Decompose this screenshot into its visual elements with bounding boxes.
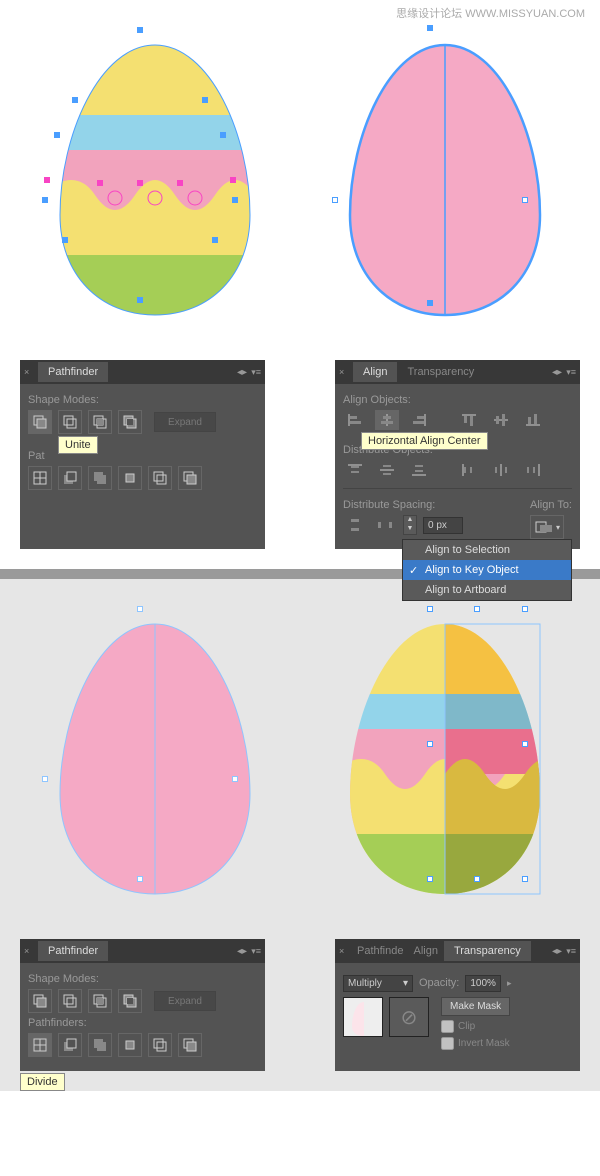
align-to-selection-item[interactable]: Align to Selection bbox=[403, 540, 571, 560]
intersect-button[interactable] bbox=[88, 410, 112, 434]
intersect-button[interactable] bbox=[88, 989, 112, 1013]
align-panel: × Align Transparency ◂▸ ▾≡ Align Objects… bbox=[335, 360, 580, 549]
make-mask-button[interactable]: Make Mask bbox=[441, 997, 510, 1016]
unite-button[interactable] bbox=[28, 410, 52, 434]
artwork-pink-egg-light[interactable] bbox=[25, 599, 285, 919]
panel-menu-icon[interactable]: ▾≡ bbox=[251, 946, 261, 957]
panel-close-icon[interactable]: × bbox=[24, 946, 34, 956]
merge-button[interactable] bbox=[88, 1033, 112, 1057]
opacity-dropdown-icon[interactable]: ▸ bbox=[507, 978, 512, 989]
expand-button[interactable]: Expand bbox=[154, 991, 216, 1011]
vdist-center-button[interactable] bbox=[375, 460, 399, 480]
shape-modes-label: Shape Modes: bbox=[28, 973, 257, 985]
expand-button[interactable]: Expand bbox=[154, 412, 216, 432]
align-right-button[interactable] bbox=[407, 410, 431, 430]
align-hcenter-button[interactable] bbox=[375, 410, 399, 430]
panel-collapse-icon[interactable]: ◂▸ bbox=[237, 946, 247, 957]
align-to-dropdown: Align to Selection ✓Align to Key Object … bbox=[402, 539, 572, 601]
unite-tooltip: Unite bbox=[58, 436, 98, 454]
align-to-label: Align To: bbox=[530, 499, 572, 511]
pathfinders-label: Pathfinders: bbox=[28, 1017, 257, 1029]
hdist-right-button[interactable] bbox=[521, 460, 545, 480]
outline-button[interactable] bbox=[148, 466, 172, 490]
minus-front-button[interactable] bbox=[58, 989, 82, 1013]
pathfinder-tab-inactive[interactable]: Pathfinde bbox=[353, 941, 407, 961]
align-tab[interactable]: Align bbox=[353, 362, 397, 382]
invert-mask-checkbox[interactable]: Invert Mask bbox=[441, 1037, 510, 1050]
minus-back-button[interactable] bbox=[178, 1033, 202, 1057]
transparency-tab-active[interactable]: Transparency bbox=[444, 941, 531, 961]
minus-back-button[interactable] bbox=[178, 466, 202, 490]
panel-close-icon[interactable]: × bbox=[339, 367, 349, 377]
hdist-space-button[interactable] bbox=[373, 515, 397, 535]
pink-egg-light-svg bbox=[40, 614, 270, 904]
pathfinder-panel: × Pathfinder ◂▸ ▾≡ Shape Modes: Expand U… bbox=[20, 360, 265, 549]
pathfinder-panel-2: × Pathfinder ◂▸ ▾≡ Shape Modes: Expand P… bbox=[20, 939, 265, 1071]
minus-front-button[interactable] bbox=[58, 410, 82, 434]
panel-collapse-icon[interactable]: ◂▸ bbox=[237, 367, 247, 378]
vdist-bottom-button[interactable] bbox=[407, 460, 431, 480]
align-objects-label: Align Objects: bbox=[343, 394, 572, 406]
crop-button[interactable] bbox=[118, 466, 142, 490]
merge-button[interactable] bbox=[88, 466, 112, 490]
spacing-input[interactable] bbox=[423, 517, 463, 534]
crop-button[interactable] bbox=[118, 1033, 142, 1057]
panel-menu-icon[interactable]: ▾≡ bbox=[566, 946, 576, 957]
divide-button[interactable] bbox=[28, 1033, 52, 1057]
artwork-striped-egg[interactable] bbox=[25, 20, 285, 340]
align-tab-inactive[interactable]: Align bbox=[407, 941, 443, 961]
blend-mode-select[interactable]: Multiply▾ bbox=[343, 975, 413, 992]
multiply-egg-svg bbox=[330, 614, 560, 904]
mask-thumbnail[interactable]: ⊘ bbox=[389, 997, 429, 1037]
hdist-left-button[interactable] bbox=[457, 460, 481, 480]
unite-button[interactable] bbox=[28, 989, 52, 1013]
align-top-button[interactable] bbox=[457, 410, 481, 430]
trim-button[interactable] bbox=[58, 466, 82, 490]
trim-button[interactable] bbox=[58, 1033, 82, 1057]
align-left-button[interactable] bbox=[343, 410, 367, 430]
align-to-artboard-item[interactable]: Align to Artboard bbox=[403, 580, 571, 600]
spacing-stepper[interactable]: ▲▼ bbox=[403, 515, 417, 535]
transparency-tab[interactable]: Transparency bbox=[397, 362, 484, 382]
panel-menu-icon[interactable]: ▾≡ bbox=[566, 367, 576, 378]
align-bottom-button[interactable] bbox=[521, 410, 545, 430]
vdist-top-button[interactable] bbox=[343, 460, 367, 480]
panel-close-icon[interactable]: × bbox=[339, 946, 349, 956]
vdist-space-button[interactable] bbox=[343, 515, 367, 535]
align-to-button[interactable]: ▾ bbox=[530, 515, 564, 539]
exclude-button[interactable] bbox=[118, 410, 142, 434]
panel-menu-icon[interactable]: ▾≡ bbox=[251, 367, 261, 378]
outline-button[interactable] bbox=[148, 1033, 172, 1057]
hdist-center-button[interactable] bbox=[489, 460, 513, 480]
pink-egg-svg bbox=[330, 35, 560, 325]
hcenter-tooltip: Horizontal Align Center bbox=[361, 432, 488, 450]
align-to-key-object-item[interactable]: ✓Align to Key Object bbox=[403, 560, 571, 580]
shape-modes-label: Shape Modes: bbox=[28, 394, 257, 406]
exclude-button[interactable] bbox=[118, 989, 142, 1013]
distribute-spacing-label: Distribute Spacing: bbox=[343, 499, 463, 511]
artwork-pink-egg-selected[interactable] bbox=[315, 20, 575, 340]
divide-button[interactable] bbox=[28, 466, 52, 490]
align-vcenter-button[interactable] bbox=[489, 410, 513, 430]
object-thumbnail[interactable] bbox=[343, 997, 383, 1037]
clip-checkbox[interactable]: Clip bbox=[441, 1020, 510, 1033]
artwork-multiply-egg[interactable] bbox=[315, 599, 575, 919]
opacity-input[interactable]: 100% bbox=[465, 975, 501, 992]
transparency-panel: × Pathfinde Align Transparency ◂▸ ▾≡ Mul… bbox=[335, 939, 580, 1071]
panel-collapse-icon[interactable]: ◂▸ bbox=[552, 946, 562, 957]
divide-tooltip: Divide bbox=[20, 1073, 65, 1091]
opacity-label: Opacity: bbox=[419, 977, 459, 989]
panel-collapse-icon[interactable]: ◂▸ bbox=[552, 367, 562, 378]
pathfinder-tab[interactable]: Pathfinder bbox=[38, 362, 108, 382]
pathfinder-tab[interactable]: Pathfinder bbox=[38, 941, 108, 961]
panel-close-icon[interactable]: × bbox=[24, 367, 34, 377]
